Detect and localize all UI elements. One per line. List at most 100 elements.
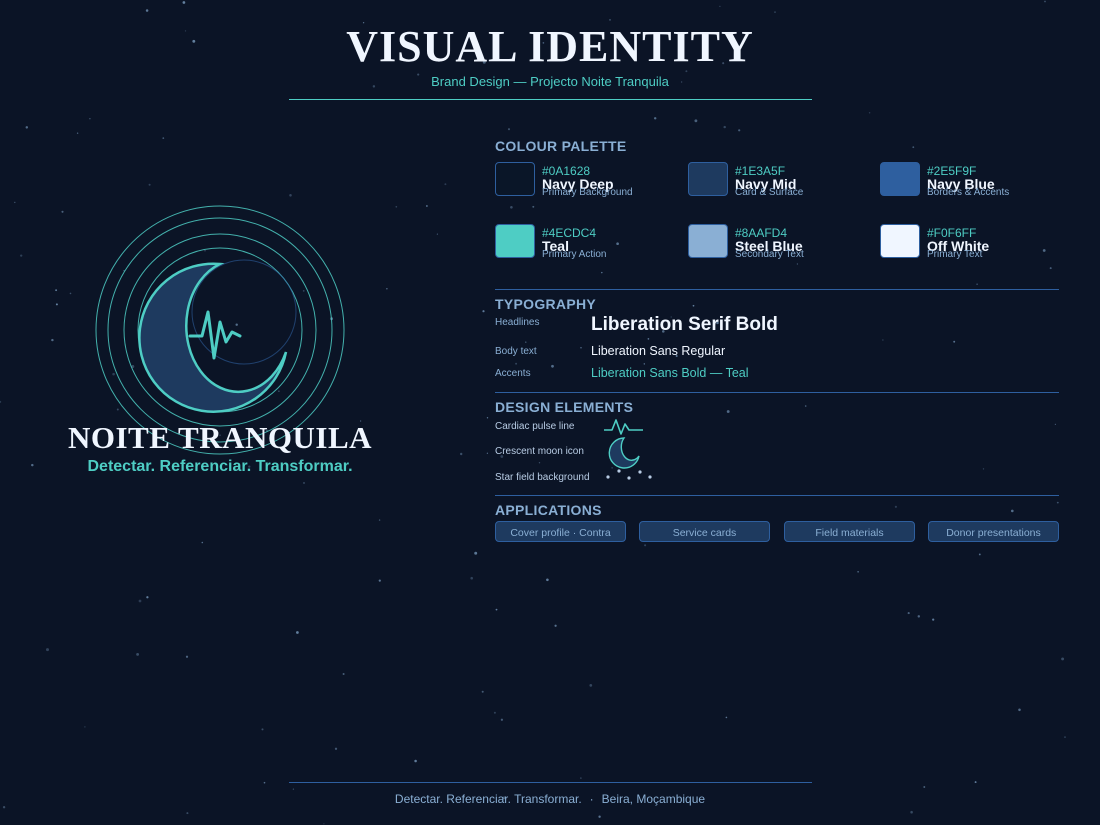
star-dot: [1010, 509, 1014, 513]
star-dot: [1018, 708, 1021, 712]
star-dot: [25, 126, 29, 129]
star-dot: [551, 364, 554, 368]
star-dot: [182, 1, 186, 4]
body-sample: Liberation Sans Regular: [591, 344, 726, 358]
star-dot: [89, 117, 91, 120]
swatch-role: Primary Action: [542, 249, 607, 260]
page-subtitle: Brand Design — Projecto Noite Tranquila: [431, 74, 669, 89]
application-tag-cover-profile: Cover profile · Contra: [495, 521, 626, 542]
swatch-role: Primary Text: [927, 249, 983, 260]
star-dot: [493, 711, 496, 714]
swatch-navy-mid: #1E3A5F Navy Mid Card & Surface: [688, 162, 878, 202]
brand-tagline: Detectar. Referenciar. Transformar.: [87, 458, 353, 475]
star-dot: [647, 338, 650, 340]
star-dot: [882, 339, 884, 341]
star-dot: [486, 417, 489, 419]
star-dot: [1044, 0, 1046, 3]
applications-title: APPLICATIONS: [495, 502, 602, 518]
star-dot: [601, 271, 603, 274]
footer-separator: ·: [589, 792, 594, 806]
stars-label: Star field background: [495, 472, 590, 483]
star-dot: [263, 781, 266, 784]
star-dot: [723, 125, 726, 129]
color-chip: [495, 162, 535, 196]
star-dot: [917, 615, 921, 618]
footer-tagline: Detectar. Referenciar. Transformar.: [394, 792, 582, 806]
cardiac-pulse-icon: [604, 419, 643, 435]
headlines-label: Headlines: [495, 317, 540, 328]
star-dot: [1064, 736, 1066, 738]
star-dot: [136, 652, 140, 656]
star-dot: [923, 786, 926, 788]
application-tag-field-materials: Field materials: [784, 521, 915, 542]
star-dot: [76, 132, 79, 134]
star-dot: [546, 578, 549, 582]
page-title: VISUAL IDENTITY: [346, 22, 754, 71]
star-dot: [694, 119, 698, 123]
swatch-steel-blue: #8AAFD4 Steel Blue Secondary Text: [688, 224, 878, 264]
star-dot: [426, 205, 428, 207]
footer-divider: [289, 782, 812, 783]
star-dot: [436, 233, 438, 235]
footer: Detectar. Referenciar. Transformar. · Beir…: [0, 792, 1100, 806]
star-dot: [912, 146, 915, 149]
crescent-moon-icon: [608, 437, 640, 469]
color-chip: [495, 224, 535, 258]
section-divider: [495, 289, 1059, 290]
page-header: VISUAL IDENTITY Brand Design — Projecto …: [0, 20, 1100, 89]
star-dot: [580, 347, 582, 349]
star-dot: [857, 571, 859, 573]
star-dot: [51, 338, 54, 342]
star-dot: [738, 129, 741, 132]
swatch-navy-blue: #2E5F9F Navy Blue Borders & Accents: [880, 162, 1070, 202]
star-dot: [55, 289, 58, 292]
star-dot: [20, 254, 23, 257]
star-dot: [495, 608, 498, 611]
star-dot: [0, 400, 2, 403]
star-dot: [538, 462, 541, 464]
star-dot: [515, 362, 518, 365]
color-chip: [688, 162, 728, 196]
star-dot: [644, 544, 647, 547]
star-dot: [692, 304, 695, 307]
star-dot: [46, 648, 49, 652]
star-dot: [510, 206, 513, 209]
star-dot: [378, 579, 381, 582]
swatch-role: Card & Surface: [735, 187, 804, 198]
star-dot: [323, 823, 325, 825]
star-dot: [148, 183, 151, 186]
typography-title: TYPOGRAPHY: [495, 296, 597, 312]
headlines-sample: Liberation Serif Bold: [591, 314, 778, 335]
star-dot: [145, 9, 149, 12]
section-divider: [495, 495, 1059, 496]
accents-sample: Liberation Sans Bold — Teal: [591, 366, 749, 380]
section-divider: [495, 392, 1059, 393]
star-dot: [525, 341, 527, 343]
cardiac-pulse-icon: [188, 310, 242, 360]
body-label: Body text: [495, 346, 537, 357]
star-dot: [2, 806, 6, 809]
swatch-navy-deep: #0A1628 Navy Deep Primary Background: [495, 162, 685, 202]
moon-label: Crescent moon icon: [495, 446, 584, 457]
star-dot: [261, 728, 264, 731]
star-dot: [470, 576, 473, 580]
star-dot: [907, 612, 910, 615]
swatch-role: Primary Background: [542, 187, 633, 198]
star-dot: [185, 655, 189, 658]
star-dot: [146, 596, 149, 599]
star-dot: [1054, 423, 1057, 426]
star-dot: [1061, 657, 1065, 661]
star-dot: [726, 410, 730, 413]
star-dot: [719, 5, 721, 8]
star-dot: [486, 452, 489, 454]
star-dot: [334, 747, 338, 750]
star-dot: [14, 201, 16, 204]
star-dot: [589, 684, 593, 687]
star-dot: [186, 812, 189, 815]
brand-name: NOITE TRANQUILA: [67, 420, 373, 455]
star-dot: [507, 128, 511, 131]
star-dot: [804, 405, 807, 407]
star-dot: [868, 111, 871, 114]
star-dot: [342, 672, 345, 676]
star-dot: [84, 726, 86, 728]
